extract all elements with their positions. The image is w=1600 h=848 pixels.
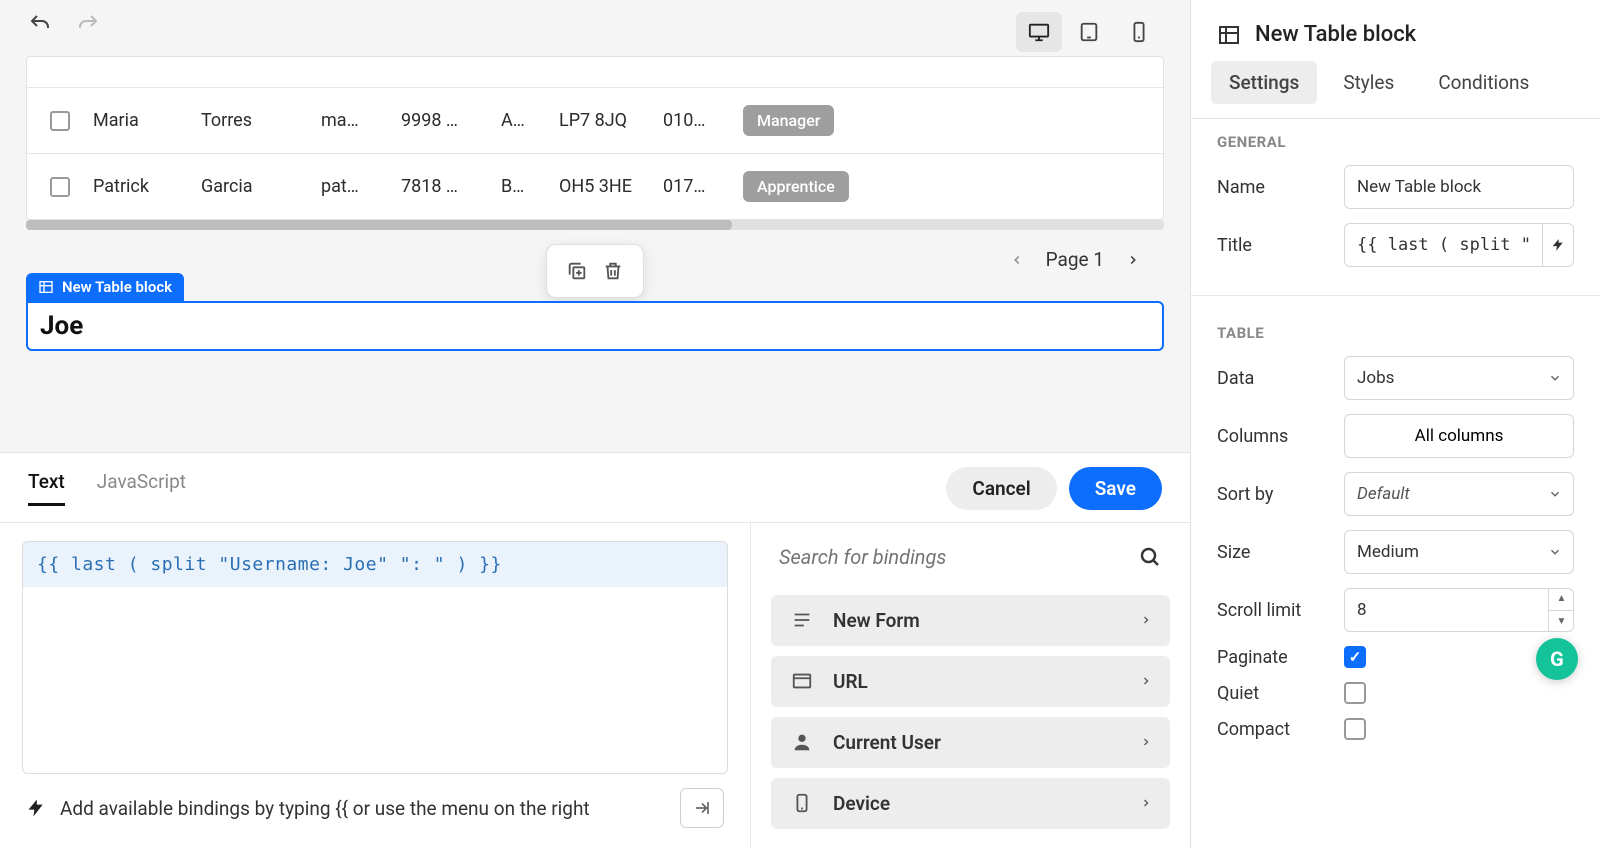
device-tablet-button[interactable]: [1066, 12, 1112, 52]
section-table: TABLE: [1217, 324, 1574, 342]
label-paginate: Paginate: [1217, 647, 1288, 668]
cell-postcode: OH5 3HE: [551, 176, 655, 197]
label-columns: Columns: [1217, 426, 1288, 447]
binding-new-form[interactable]: New Form: [771, 595, 1170, 646]
table-row[interactable]: Maria Torres ma… 9998 … A… LP7 8JQ 010… …: [27, 87, 1163, 153]
label-title: Title: [1217, 235, 1252, 256]
label-name: Name: [1217, 177, 1265, 198]
binding-device[interactable]: Device: [771, 778, 1170, 829]
redo-icon[interactable]: [76, 12, 100, 36]
chevron-right-icon: [1140, 614, 1152, 626]
settings-panel: New Table block Settings Styles Conditio…: [1190, 0, 1600, 848]
next-page-icon[interactable]: [1126, 253, 1140, 267]
scroll-limit-field[interactable]: [1344, 588, 1574, 632]
quantity-stepper[interactable]: ▲▼: [1548, 588, 1574, 632]
binding-current-user[interactable]: Current User: [771, 717, 1170, 768]
editor-hint: Add available bindings by typing {{ or u…: [60, 797, 590, 820]
undo-icon[interactable]: [28, 12, 52, 36]
table-row[interactable]: [27, 57, 1163, 87]
block-tag[interactable]: New Table block: [26, 273, 184, 301]
label-data: Data: [1217, 368, 1254, 389]
label-quiet: Quiet: [1217, 683, 1259, 704]
role-badge: Apprentice: [743, 171, 849, 202]
cell-lastname: Torres: [193, 110, 313, 131]
tab-conditions[interactable]: Conditions: [1420, 61, 1547, 104]
prev-page-icon[interactable]: [1010, 253, 1024, 267]
binding-url[interactable]: URL: [771, 656, 1170, 707]
cell-c5: B…: [493, 176, 551, 197]
cancel-button[interactable]: Cancel: [946, 467, 1056, 510]
delete-icon[interactable]: [597, 255, 629, 287]
data-table: Maria Torres ma… 9998 … A… LP7 8JQ 010… …: [26, 56, 1164, 220]
table-row[interactable]: Patrick Garcia pat… 7818 … B… OH5 3HE 01…: [27, 153, 1163, 219]
cell-firstname: Maria: [85, 110, 193, 131]
section-general: GENERAL: [1217, 133, 1574, 151]
cell-c7: 017…: [655, 176, 735, 197]
label-sortby: Sort by: [1217, 484, 1273, 505]
page-label: Page 1: [1046, 248, 1104, 271]
size-select[interactable]: Medium: [1344, 530, 1574, 574]
cell-lastname: Garcia: [193, 176, 313, 197]
panel-header: New Table block: [1191, 0, 1600, 61]
label-size: Size: [1217, 542, 1250, 563]
panel-title: New Table block: [1255, 22, 1416, 47]
chevron-right-icon: [1140, 675, 1152, 687]
tab-settings[interactable]: Settings: [1211, 61, 1317, 104]
form-icon: [789, 609, 815, 631]
cell-postcode: LP7 8JQ: [551, 110, 655, 131]
cell-c5: A…: [493, 110, 551, 131]
cell-number: 7818 …: [393, 176, 493, 197]
tab-javascript[interactable]: JavaScript: [97, 470, 186, 506]
cell-firstname: Patrick: [85, 176, 193, 197]
device-icon: [789, 792, 815, 814]
name-field[interactable]: [1344, 165, 1574, 209]
title-field[interactable]: [1344, 223, 1543, 267]
code-editor[interactable]: {{ last ( split "Username: Joe" ": " ) }…: [22, 541, 728, 775]
code-line: {{ last ( split "Username: Joe" ": " ) }…: [23, 542, 727, 587]
paginate-checkbox[interactable]: [1344, 646, 1366, 668]
cell-number: 9998 …: [393, 110, 493, 131]
floating-toolbar: [546, 244, 644, 298]
cell-email: ma…: [313, 110, 393, 131]
chevron-right-icon: [1140, 736, 1152, 748]
top-toolbar: [0, 0, 1190, 56]
selected-block[interactable]: New Table block Joe: [26, 301, 1164, 351]
row-checkbox[interactable]: [50, 111, 70, 131]
bindings-search-input[interactable]: [779, 545, 1138, 569]
device-desktop-button[interactable]: [1016, 12, 1062, 52]
quiet-checkbox[interactable]: [1344, 682, 1366, 704]
device-mobile-button[interactable]: [1116, 12, 1162, 52]
cell-email: pat…: [313, 176, 393, 197]
binding-bolt-icon[interactable]: [1543, 223, 1574, 267]
label-compact: Compact: [1217, 719, 1290, 740]
row-checkbox[interactable]: [50, 177, 70, 197]
grammarly-badge[interactable]: G: [1536, 638, 1578, 680]
search-icon[interactable]: [1138, 545, 1162, 569]
tab-text[interactable]: Text: [28, 470, 65, 506]
label-scroll-limit: Scroll limit: [1217, 600, 1301, 621]
save-button[interactable]: Save: [1069, 467, 1162, 510]
columns-button[interactable]: All columns: [1344, 414, 1574, 458]
role-badge: Manager: [743, 105, 834, 136]
horizontal-scrollbar[interactable]: [26, 220, 1164, 230]
expand-editor-icon[interactable]: [680, 788, 724, 828]
window-icon: [789, 670, 815, 692]
sortby-select[interactable]: Default: [1344, 472, 1574, 516]
compact-checkbox[interactable]: [1344, 718, 1366, 740]
user-icon: [789, 731, 815, 753]
block-title[interactable]: Joe: [26, 301, 1164, 351]
data-select[interactable]: Jobs: [1344, 356, 1574, 400]
duplicate-icon[interactable]: [561, 255, 593, 287]
tab-styles[interactable]: Styles: [1325, 61, 1412, 104]
cell-c7: 010…: [655, 110, 735, 131]
chevron-right-icon: [1140, 797, 1152, 809]
